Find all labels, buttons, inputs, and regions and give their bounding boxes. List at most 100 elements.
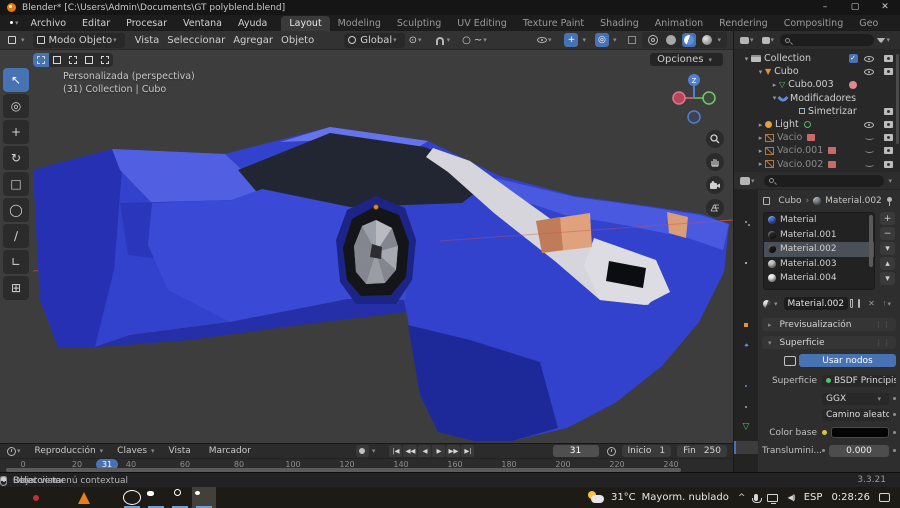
wireframe-shading-button[interactable]: [646, 33, 660, 47]
outliner-row-cubo003[interactable]: ▸ Cubo.003: [734, 78, 900, 91]
properties-tab-render[interactable]: [734, 216, 758, 229]
editor-type-button[interactable]: ▾: [4, 33, 33, 48]
expand-arrow[interactable]: ▸: [756, 160, 765, 168]
prev-frame-button[interactable]: ◀: [418, 445, 432, 457]
visibility-toggle[interactable]: [862, 65, 876, 78]
properties-tab-particles[interactable]: [734, 359, 758, 372]
steam-icon[interactable]: [168, 487, 192, 508]
workspace-tab[interactable]: Texture Paint: [515, 16, 592, 31]
properties-tab-world[interactable]: [734, 298, 758, 311]
properties-search-input[interactable]: [763, 174, 885, 187]
outliner-toggle-1[interactable]: [846, 118, 860, 131]
pin-icon[interactable]: [886, 196, 892, 206]
timeline-menu-item[interactable]: Claves ▾: [112, 446, 163, 456]
current-frame-field[interactable]: 31: [552, 445, 599, 457]
close-button[interactable]: ✕: [870, 0, 900, 15]
select-mode-lasso[interactable]: [81, 53, 97, 67]
material-slot[interactable]: Material.001: [764, 228, 874, 243]
outliner-row-collection[interactable]: ▾ Collection: [734, 52, 900, 65]
show-object-types-dropdown[interactable]: ▾: [533, 33, 560, 48]
play-button[interactable]: ▶: [432, 445, 446, 457]
workspace-tab[interactable]: Shading: [592, 16, 647, 31]
subsurface-method-dropdown[interactable]: Camino aleato...▾: [822, 408, 889, 421]
properties-tab-data[interactable]: [734, 421, 758, 434]
properties-tab-modifiers[interactable]: [734, 339, 758, 352]
network-icon[interactable]: [767, 493, 779, 504]
select-mode-box[interactable]: [49, 53, 65, 67]
workspace-tab[interactable]: Layout: [281, 16, 330, 31]
tool-scale[interactable]: □: [3, 172, 29, 196]
viewport-menu-item[interactable]: Objeto: [277, 33, 318, 48]
outliner-toggle-1[interactable]: [846, 158, 860, 171]
pan-hand-button[interactable]: [706, 153, 724, 171]
render-visibility-toggle[interactable]: [881, 131, 895, 144]
visibility-toggle[interactable]: [862, 52, 876, 65]
base-color-swatch[interactable]: [831, 427, 889, 438]
viewport-menu-item[interactable]: Seleccionar: [163, 33, 229, 48]
breadcrumb-object[interactable]: Cubo: [778, 196, 801, 206]
select-mode-tweak[interactable]: [33, 53, 49, 67]
use-nodes-button[interactable]: Usar nodos: [799, 354, 896, 367]
add-slot-button[interactable]: +: [880, 212, 895, 225]
pivot-point-dropdown[interactable]: ⊙ ▾: [405, 33, 430, 48]
outliner-scrollbar[interactable]: [896, 54, 899, 144]
menu-item[interactable]: Archivo: [23, 18, 75, 29]
visibility-toggle[interactable]: [862, 92, 876, 105]
outliner-row-modificadores[interactable]: ▾ Modificadores: [734, 92, 900, 105]
file-explorer-icon[interactable]: [48, 487, 72, 508]
viewport-3d[interactable]: Personalizada (perspectiva) (31) Collect…: [0, 50, 733, 443]
tray-overflow-button[interactable]: ^: [738, 493, 746, 503]
visibility-toggle[interactable]: [862, 158, 876, 171]
render-visibility-toggle[interactable]: [881, 118, 895, 131]
gizmo-y-axis[interactable]: [702, 91, 716, 105]
visibility-toggle[interactable]: [862, 131, 876, 144]
microphone-icon[interactable]: [752, 494, 763, 503]
solid-shading-button[interactable]: [664, 33, 678, 47]
browse-material-icon[interactable]: [763, 299, 771, 308]
jump-to-end-button[interactable]: ▶|: [461, 445, 475, 457]
move-slot-down-button[interactable]: ▾: [880, 272, 895, 285]
scene-canvas[interactable]: [0, 50, 733, 443]
material-slot[interactable]: Material.002: [764, 242, 874, 257]
menu-item[interactable]: Ayuda: [230, 18, 275, 29]
expand-arrow[interactable]: ▸: [756, 147, 765, 155]
outliner-toggle-1[interactable]: [846, 78, 860, 91]
render-visibility-toggle[interactable]: [881, 78, 895, 91]
workspace-tab[interactable]: Sculpting: [389, 16, 449, 31]
properties-tab-physics[interactable]: [734, 380, 758, 393]
object-origin-marker[interactable]: [373, 204, 379, 210]
visibility-toggle[interactable]: [862, 78, 876, 91]
gizmo-z-negative[interactable]: [687, 110, 701, 124]
outliner-row-cubo[interactable]: ▾ Cubo: [734, 65, 900, 78]
properties-tab-tool[interactable]: [734, 195, 758, 208]
tool-annotate[interactable]: ∕: [3, 224, 29, 248]
blender-icon[interactable]: [192, 487, 216, 508]
menu-item[interactable]: Procesar: [118, 18, 175, 29]
timeline-editor-type-button[interactable]: ▾: [4, 444, 28, 459]
workspace-tab[interactable]: Geo: [851, 16, 886, 31]
tool-select-box[interactable]: ↖: [3, 68, 29, 92]
workspace-tab[interactable]: Animation: [647, 16, 711, 31]
render-visibility-toggle[interactable]: [881, 158, 895, 171]
filter-icon[interactable]: [883, 301, 885, 306]
proportional-editing-toggle[interactable]: ○ ~ ▾: [458, 33, 495, 48]
move-slot-up-button[interactable]: ▴: [880, 257, 895, 270]
expand-arrow[interactable]: ▸: [756, 121, 765, 129]
expand-arrow[interactable]: ▾: [756, 68, 765, 76]
notification-icon[interactable]: [879, 493, 890, 502]
list-scrollbar[interactable]: [869, 215, 873, 267]
workspace-tab[interactable]: Modeling: [330, 16, 389, 31]
new-material-button[interactable]: [857, 299, 861, 308]
outliner-toggle-1[interactable]: [846, 65, 860, 78]
tool-rotate[interactable]: ↻: [3, 146, 29, 170]
menu-item[interactable]: Editar: [74, 18, 118, 29]
transform-orientation-dropdown[interactable]: Global ▾: [344, 32, 405, 48]
timeline-menu-item[interactable]: Vista: [164, 446, 204, 456]
whatsapp-icon[interactable]: [120, 487, 144, 508]
language-indicator[interactable]: ESP: [804, 492, 823, 503]
render-visibility-toggle[interactable]: [881, 144, 895, 157]
outliner-row-simetrizar[interactable]: Simetrizar: [734, 105, 900, 118]
timeline-menu-item[interactable]: Marcador: [204, 446, 264, 456]
material-slot[interactable]: Material: [764, 213, 874, 228]
visibility-toggle[interactable]: [862, 105, 876, 118]
